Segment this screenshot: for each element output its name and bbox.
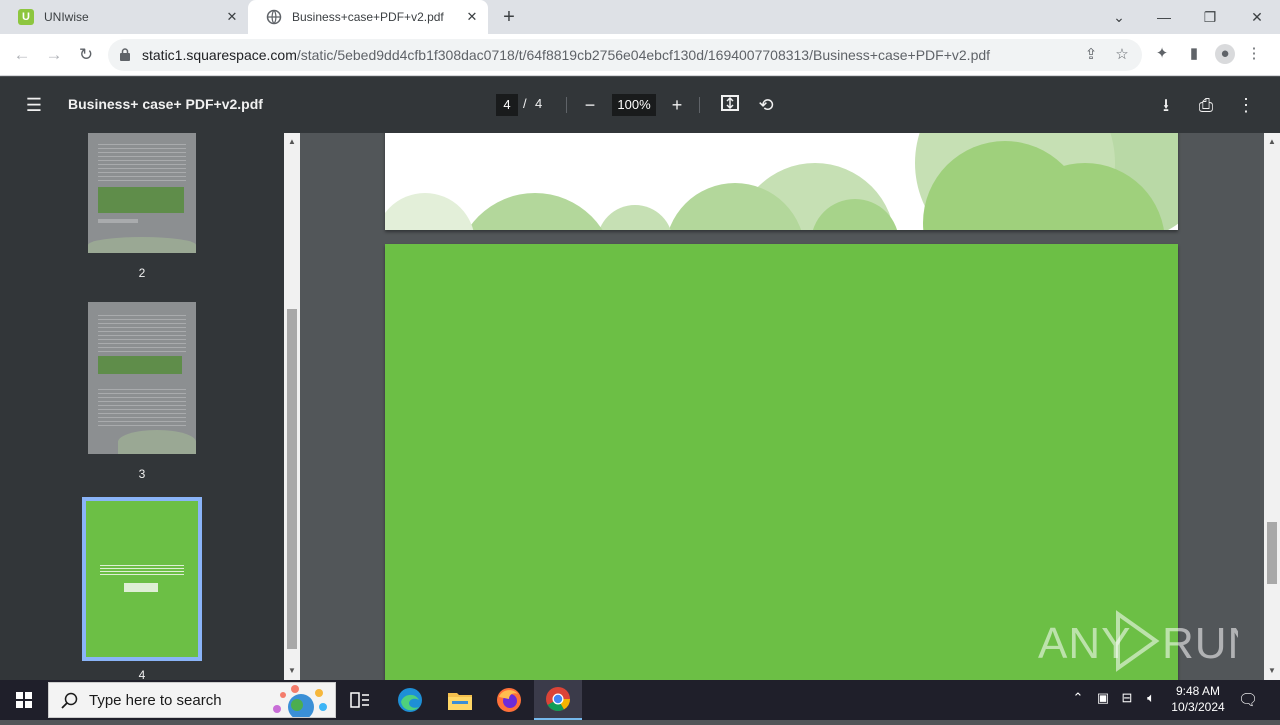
tray-overflow-icon[interactable]: ⌃ [1068, 690, 1088, 706]
search-placeholder: Type here to search [89, 692, 222, 709]
menu-kebab-icon[interactable]: ⋮ [1244, 44, 1264, 64]
address-bar[interactable]: static1.squarespace.com/static/5ebed9dd4… [108, 39, 1142, 71]
print-icon[interactable]: ⎙ [1194, 93, 1218, 117]
scroll-down-icon[interactable]: ▼ [288, 666, 296, 675]
side-panel-icon[interactable]: ▮ [1184, 44, 1204, 64]
windows-start-icon[interactable] [0, 680, 48, 720]
scroll-up-icon[interactable]: ▲ [1268, 137, 1276, 146]
tab-uniwise[interactable]: U UNIwise ✕ [0, 0, 248, 34]
network-icon[interactable]: ⊟ [1117, 690, 1137, 706]
tab-title: UNIwise [44, 10, 89, 24]
document-scrollbar[interactable]: ▲ ▼ [1264, 133, 1280, 680]
clock-date: 10/3/2024 [1171, 700, 1225, 714]
anyrun-watermark: ANY RUN [1038, 608, 1259, 674]
thumbnail-label: 4 [138, 668, 146, 680]
volume-icon[interactable]: 🔈︎ [1141, 690, 1161, 706]
extensions-icon[interactable]: ✦ [1152, 44, 1172, 64]
clock-time: 9:48 AM [1175, 684, 1221, 698]
uniwise-icon: U [18, 9, 34, 25]
thumbnail-sidebar: 2 3 4 [0, 133, 300, 680]
new-tab-icon[interactable]: + [498, 7, 520, 29]
windows-taskbar: Type here to search ⌃ ▣ ⊟ 🔈︎ 9:48 AM 10/… [0, 680, 1280, 720]
lock-icon [120, 48, 130, 61]
more-options-icon[interactable]: ⋮ [1234, 93, 1258, 117]
tab-pdf[interactable]: Business+case+PDF+v2.pdf ✕ [248, 0, 488, 34]
tab-title: Business+case+PDF+v2.pdf [292, 10, 444, 24]
page-total: 4 [535, 96, 543, 111]
fit-to-page-icon[interactable] [718, 93, 742, 117]
profile-avatar-icon[interactable]: ● [1215, 44, 1235, 64]
url-text: static1.squarespace.com/static/5ebed9dd4… [142, 47, 991, 63]
share-icon[interactable]: ⇪ [1082, 46, 1100, 64]
scrollbar-thumb[interactable] [287, 309, 297, 649]
minimize-icon[interactable]: — [1153, 6, 1175, 28]
divider [566, 97, 567, 113]
close-window-icon[interactable]: ✕ [1246, 6, 1268, 28]
svg-text:RUN: RUN [1162, 619, 1238, 668]
thumbnail-label: 3 [138, 467, 146, 481]
divider [699, 97, 700, 113]
pdf-page-3 [385, 133, 1178, 230]
thumbnail-page-2[interactable] [88, 133, 196, 253]
search-highlight-icon [271, 685, 331, 720]
search-icon [61, 692, 78, 709]
close-tab-icon[interactable]: ✕ [224, 9, 240, 25]
close-tab-icon[interactable]: ✕ [464, 9, 480, 25]
firefox-icon[interactable] [485, 680, 533, 720]
restore-icon[interactable]: ❐ [1199, 6, 1221, 28]
page-number-input[interactable]: 4 [496, 94, 518, 116]
hamburger-menu-icon[interactable]: ☰ [22, 93, 46, 117]
scrollbar-thumb[interactable] [1267, 522, 1277, 584]
globe-icon [266, 9, 282, 25]
zoom-out-icon[interactable]: − [578, 93, 602, 117]
bookmark-star-icon[interactable]: ☆ [1113, 46, 1131, 64]
notifications-icon[interactable]: 🗨︎ [1238, 690, 1258, 710]
task-view-icon[interactable] [336, 680, 384, 720]
page-separator: / [523, 96, 527, 111]
thumbnail-label: 2 [138, 266, 146, 280]
scroll-down-icon[interactable]: ▼ [1268, 666, 1276, 675]
scroll-up-icon[interactable]: ▲ [288, 137, 296, 146]
file-explorer-icon[interactable] [436, 680, 484, 720]
zoom-input[interactable]: 100% [612, 94, 656, 116]
back-icon[interactable]: ← [11, 44, 33, 66]
pdf-title: Business+ case+ PDF+v2.pdf [68, 96, 263, 112]
sidebar-scrollbar[interactable]: ▲ ▼ [284, 133, 300, 680]
tab-search-icon[interactable]: ⌄ [1108, 6, 1130, 28]
forward-icon[interactable]: → [43, 44, 65, 66]
zoom-in-icon[interactable]: + [665, 93, 689, 117]
taskbar-search-box[interactable]: Type here to search [48, 682, 336, 720]
rotate-icon[interactable]: ⟲ [754, 93, 778, 117]
edge-browser-icon[interactable] [386, 680, 434, 720]
reload-icon[interactable]: ↻ [75, 44, 97, 66]
chrome-icon[interactable] [534, 680, 582, 720]
document-viewport [300, 133, 1264, 680]
thumbnail-page-4-selected[interactable] [82, 497, 202, 661]
tray-device-icon[interactable]: ▣ [1093, 690, 1113, 706]
taskbar-clock[interactable]: 9:48 AM 10/3/2024 [1162, 683, 1234, 715]
browser-toolbar: ← → ↻ static1.squarespace.com/static/5eb… [0, 34, 1280, 76]
decorative-clouds [385, 133, 1178, 230]
tab-strip: U UNIwise ✕ Business+case+PDF+v2.pdf ✕ +… [0, 0, 1280, 34]
thumbnail-page-3[interactable] [88, 302, 196, 454]
download-icon[interactable]: ⭳ [1154, 93, 1178, 117]
pdf-toolbar: ☰ Business+ case+ PDF+v2.pdf 4 / 4 − 100… [0, 77, 1280, 133]
